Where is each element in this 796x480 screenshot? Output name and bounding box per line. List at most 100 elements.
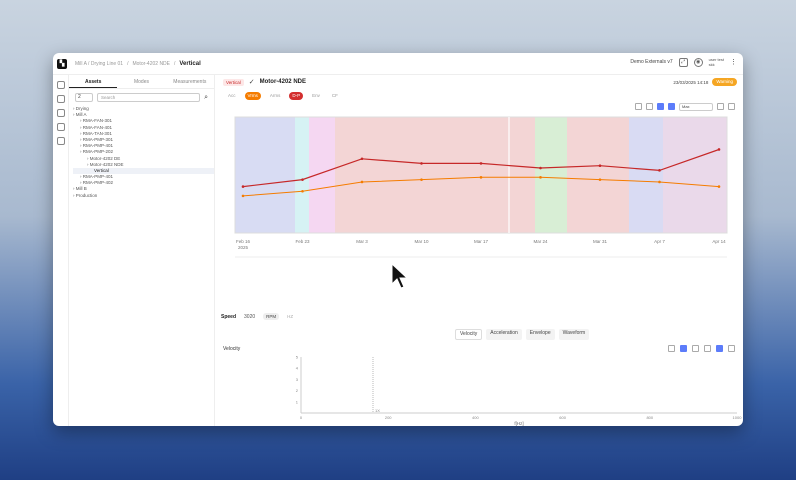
range-select[interactable]: Max — [679, 103, 713, 111]
event-band — [235, 117, 295, 233]
x-tick-label: Apr 7 — [654, 239, 665, 244]
data-point — [241, 194, 245, 198]
asset-tree: › Drying › Mill A › RMA-FAN-301 › RMA-FAN-4… — [69, 106, 214, 199]
app-logo[interactable]: ▚ — [57, 58, 67, 69]
workspace-select[interactable]: Demo Externals v7 — [630, 59, 672, 65]
filter-chip[interactable]: D-P — [289, 92, 304, 100]
folder-icon[interactable] — [56, 109, 65, 117]
bar-icon[interactable] — [704, 345, 711, 352]
x-tick-label: 600 — [559, 415, 566, 420]
tree-node-label: RMA-FAN-401 — [82, 124, 113, 130]
table-icon[interactable] — [680, 345, 687, 352]
user-name: user test skk — [708, 57, 724, 67]
more-menu-icon[interactable]: ⋮ — [730, 58, 737, 66]
chart-toolbar: Max — [635, 103, 735, 111]
filter-chip[interactable]: Acc — [225, 92, 239, 100]
data-point — [241, 185, 245, 188]
settings-icon[interactable] — [635, 103, 642, 110]
event-band — [535, 117, 567, 233]
breadcrumb-current: Vertical — [179, 60, 201, 67]
event-band — [507, 117, 535, 233]
search-icon[interactable]: ⌕ — [204, 94, 208, 102]
tab-measurements[interactable]: Measurements — [166, 75, 214, 88]
expand-icon[interactable] — [728, 103, 735, 110]
filter-chip[interactable]: CF — [329, 92, 341, 100]
spectrum-chart[interactable]: 1 2 3 4 5 0 200 400 600 800 1000 1X f[Hz] — [217, 353, 743, 427]
search-input[interactable]: Search — [97, 93, 201, 102]
data-point — [598, 178, 602, 181]
marker-label: 1X — [375, 408, 380, 413]
data-point — [717, 148, 721, 151]
sidebar: Assets Modes Measurements 2 Search ⌕ › D… — [69, 75, 215, 426]
breadcrumb-item[interactable]: Mill A / Drying Line 01 — [75, 61, 123, 67]
tab-acceleration[interactable]: Acceleration — [486, 329, 522, 340]
mouse-cursor — [391, 262, 409, 289]
data-point — [658, 169, 661, 172]
speed-value[interactable]: 3020 — [244, 314, 255, 320]
x-tick-label: 0 — [300, 415, 303, 420]
y-tick-label: 4 — [296, 366, 299, 371]
unit-rpm[interactable]: RPM — [263, 313, 280, 320]
y-tick-label: 3 — [296, 377, 299, 382]
user-icon[interactable] — [716, 345, 723, 352]
data-point — [420, 178, 423, 181]
data-point — [479, 176, 483, 179]
trend-chart[interactable]: Feb 16 Feb 23 Mar 3 Mar 10 Mar 17 Mar 24 Mar 3… — [217, 115, 743, 315]
data-point — [598, 164, 602, 168]
event-band — [567, 117, 629, 233]
level-select[interactable]: 2 — [75, 93, 93, 102]
app-window: ▚ Mill A / Drying Line 01 / Motor-4202 N… — [53, 53, 743, 426]
assets-icon[interactable] — [56, 95, 65, 103]
chat-icon[interactable] — [56, 137, 65, 145]
data-point — [420, 162, 423, 165]
data-point — [479, 162, 483, 165]
zoom-icon[interactable] — [646, 103, 653, 110]
avatar[interactable]: ◉ — [693, 57, 703, 67]
tree-node-label: Motor-4202 NDE — [89, 161, 124, 167]
top-right-tools: Demo Externals v7 ⤢ ◉ user test skk ⋮ — [630, 57, 737, 67]
settings-icon[interactable] — [56, 123, 65, 131]
tree-node-label: RMA-PMP-301 — [82, 136, 114, 142]
tree-node-label: RMA-PMP-402 — [82, 180, 114, 186]
fullscreen-icon[interactable]: ⤢ — [678, 57, 688, 67]
speed-label: Speed — [221, 313, 237, 320]
data-point — [360, 157, 364, 161]
tab-waveform[interactable]: Waveform — [558, 329, 590, 340]
home-icon[interactable] — [56, 81, 65, 89]
breadcrumb-item[interactable]: Motor-4202 NDE — [132, 61, 170, 67]
event-band — [335, 117, 507, 233]
x-tick-label: Mar 17 — [474, 239, 489, 244]
filter-chip[interactable]: Vrms — [244, 92, 261, 100]
settings-icon[interactable] — [728, 345, 735, 352]
print-icon[interactable] — [668, 345, 675, 352]
data-point — [539, 176, 542, 179]
select-icon[interactable] — [657, 103, 664, 110]
data-point — [301, 178, 304, 181]
grid-icon[interactable] — [668, 103, 675, 110]
filter-icon[interactable] — [692, 345, 699, 352]
data-point — [360, 180, 364, 184]
filter-chip[interactable]: Env — [309, 92, 323, 100]
download-icon[interactable] — [717, 103, 724, 110]
tree-node-label: Mill A — [75, 112, 87, 118]
tree-node[interactable]: › Production — [73, 193, 214, 199]
x-tick-label: Mar 3 — [356, 239, 368, 244]
tab-velocity[interactable]: Velocity — [455, 329, 483, 340]
x-tick-label: Feb 16 — [236, 239, 251, 244]
timestamp: 23/03/2025 14:18 — [673, 79, 709, 85]
x-tick-label: 200 — [385, 415, 392, 420]
x-tick-label: Mar 24 — [533, 239, 548, 244]
event-band — [309, 117, 335, 233]
filter-chip[interactable]: Arms — [267, 92, 284, 100]
tab-envelope[interactable]: Envelope — [525, 329, 555, 340]
tree-node-label: RMA-PMP-401 — [82, 143, 114, 149]
event-band — [629, 117, 663, 233]
unit-hz[interactable]: HZ — [287, 314, 293, 319]
data-point — [301, 189, 304, 193]
tab-assets[interactable]: Assets — [69, 75, 118, 88]
x-tick-label: Feb 23 — [295, 239, 310, 244]
tree-node-label: Mill B — [75, 186, 87, 192]
tree-node-label: Vertical — [94, 167, 109, 173]
year-label: 2025 — [238, 245, 249, 250]
tab-modes[interactable]: Modes — [117, 75, 165, 88]
